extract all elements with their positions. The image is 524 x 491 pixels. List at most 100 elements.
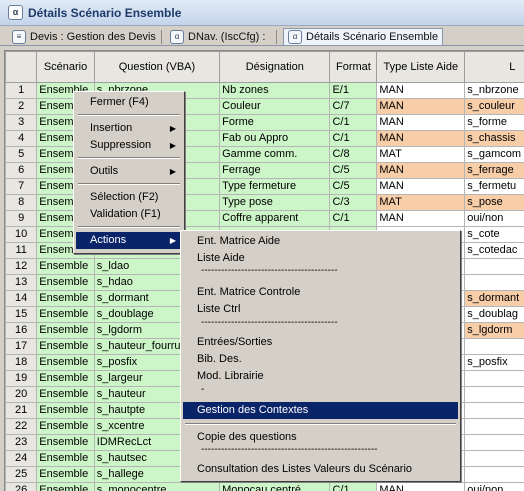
row-number[interactable]: 3 (6, 115, 37, 131)
scenario-cell[interactable]: Ensemble (37, 355, 94, 371)
column-header-scenario[interactable]: Scénario (37, 52, 94, 83)
column-header-l[interactable]: L (465, 52, 524, 83)
column-header-format[interactable]: Format (330, 52, 377, 83)
row-number[interactable]: 11 (6, 243, 37, 259)
l-cell[interactable]: s_cotedac (465, 243, 524, 259)
scenario-cell[interactable]: Ensemble (37, 275, 94, 291)
format-cell[interactable]: C/5 (330, 163, 377, 179)
l-cell[interactable]: s_gamcom (465, 147, 524, 163)
designation-cell[interactable]: Fab ou Appro (220, 131, 330, 147)
l-cell[interactable]: s_lgdorm (465, 323, 524, 339)
row-number[interactable]: 10 (6, 227, 37, 243)
designation-cell[interactable]: Gamme comm. (220, 147, 330, 163)
scenario-cell[interactable]: Ensemble (37, 259, 94, 275)
row-number[interactable]: 13 (6, 275, 37, 291)
row-number[interactable]: 2 (6, 99, 37, 115)
format-cell[interactable]: C/3 (330, 195, 377, 211)
row-number[interactable]: 8 (6, 195, 37, 211)
l-cell[interactable]: s_chassis (465, 131, 524, 147)
designation-cell[interactable]: Forme (220, 115, 330, 131)
row-number[interactable]: 14 (6, 291, 37, 307)
l-cell[interactable]: s_dormant (465, 291, 524, 307)
type-liste-aide-cell[interactable]: MAN (377, 211, 465, 227)
l-cell[interactable]: s_ferrage (465, 163, 524, 179)
row-number[interactable]: 16 (6, 323, 37, 339)
menu-item-fermer[interactable]: Fermer (F4) (76, 94, 182, 111)
row-number[interactable]: 23 (6, 435, 37, 451)
scenario-cell[interactable]: Ensemble (37, 371, 94, 387)
format-cell[interactable]: C/1 (330, 115, 377, 131)
submenu-item-ent-matrice-aide[interactable]: Ent. Matrice Aide (183, 233, 458, 250)
type-liste-aide-cell[interactable]: MAN (377, 83, 465, 99)
row-number[interactable]: 24 (6, 451, 37, 467)
submenu-item-consultation-listes-valeurs[interactable]: Consultation des Listes Valeurs du Scéna… (183, 461, 458, 478)
scenario-cell[interactable]: Ensemble (37, 291, 94, 307)
submenu-item-liste-ctrl[interactable]: Liste Ctrl (183, 301, 458, 318)
type-liste-aide-cell[interactable]: MAT (377, 147, 465, 163)
submenu-item-ent-matrice-controle[interactable]: Ent. Matrice Controle (183, 284, 458, 301)
l-cell[interactable]: s_couleur (465, 99, 524, 115)
menu-item-selection[interactable]: Sélection (F2) (76, 189, 182, 206)
row-number[interactable]: 18 (6, 355, 37, 371)
l-cell[interactable]: s_pose (465, 195, 524, 211)
submenu-item-mod-librairie[interactable]: Mod. Librairie (183, 368, 458, 385)
l-cell[interactable]: s_nbrzone (465, 83, 524, 99)
l-cell[interactable] (465, 339, 524, 355)
tab-devis[interactable]: ≡ Devis : Gestion des Devis (12, 28, 156, 45)
type-liste-aide-cell[interactable]: MAN (377, 115, 465, 131)
l-cell[interactable] (465, 451, 524, 467)
scenario-cell[interactable]: Ensemble (37, 451, 94, 467)
row-number[interactable]: 4 (6, 131, 37, 147)
l-cell[interactable] (465, 419, 524, 435)
menu-item-suppression[interactable]: Suppression▶ (76, 137, 182, 154)
menu-item-outils[interactable]: Outils▶ (76, 163, 182, 180)
row-number[interactable]: 5 (6, 147, 37, 163)
format-cell[interactable]: C/8 (330, 147, 377, 163)
scenario-cell[interactable]: Ensemble (37, 307, 94, 323)
row-number[interactable]: 22 (6, 419, 37, 435)
row-number[interactable]: 12 (6, 259, 37, 275)
row-number[interactable]: 9 (6, 211, 37, 227)
l-cell[interactable]: s_cote (465, 227, 524, 243)
row-number[interactable]: 6 (6, 163, 37, 179)
menu-item-validation[interactable]: Validation (F1) (76, 206, 182, 223)
format-cell[interactable]: E/1 (330, 83, 377, 99)
scenario-cell[interactable]: Ensemble (37, 419, 94, 435)
l-cell[interactable]: s_posfix (465, 355, 524, 371)
submenu-item-gestion-des-contextes[interactable]: Gestion des Contextes (183, 402, 458, 419)
designation-cell[interactable]: Ferrage (220, 163, 330, 179)
l-cell[interactable]: oui/non (465, 211, 524, 227)
scenario-cell[interactable]: Ensemble (37, 467, 94, 483)
column-header-type-liste-aide[interactable]: Type Liste Aide (377, 52, 465, 83)
row-number[interactable]: 21 (6, 403, 37, 419)
type-liste-aide-cell[interactable]: MAN (377, 163, 465, 179)
submenu-item-bib-des[interactable]: Bib. Des. (183, 351, 458, 368)
l-cell[interactable] (465, 275, 524, 291)
designation-cell[interactable]: Nb zones (220, 83, 330, 99)
menu-item-insertion[interactable]: Insertion▶ (76, 120, 182, 137)
type-liste-aide-cell[interactable]: MAT (377, 195, 465, 211)
row-number[interactable]: 1 (6, 83, 37, 99)
scenario-cell[interactable]: Ensemble (37, 323, 94, 339)
l-cell[interactable]: s_doublag (465, 307, 524, 323)
row-number[interactable]: 20 (6, 387, 37, 403)
row-number[interactable]: 25 (6, 467, 37, 483)
l-cell[interactable]: s_forme (465, 115, 524, 131)
column-header-designation[interactable]: Désignation (220, 52, 330, 83)
menu-item-actions[interactable]: Actions▶ (76, 232, 182, 249)
l-cell[interactable] (465, 435, 524, 451)
scenario-cell[interactable]: Ensemble (37, 387, 94, 403)
type-liste-aide-cell[interactable]: MAN (377, 131, 465, 147)
row-number[interactable]: 15 (6, 307, 37, 323)
format-cell[interactable]: C/1 (330, 211, 377, 227)
l-cell[interactable]: s_fermetu (465, 179, 524, 195)
designation-cell[interactable]: Type pose (220, 195, 330, 211)
row-number[interactable]: 19 (6, 371, 37, 387)
submenu-item-entrees-sorties[interactable]: Entrées/Sorties (183, 334, 458, 351)
l-cell[interactable] (465, 387, 524, 403)
l-cell[interactable] (465, 467, 524, 483)
designation-cell[interactable]: Couleur (220, 99, 330, 115)
l-cell[interactable] (465, 259, 524, 275)
tab-dnav[interactable]: α DNav. (IscCfg) : (170, 28, 265, 45)
format-cell[interactable]: C/1 (330, 131, 377, 147)
